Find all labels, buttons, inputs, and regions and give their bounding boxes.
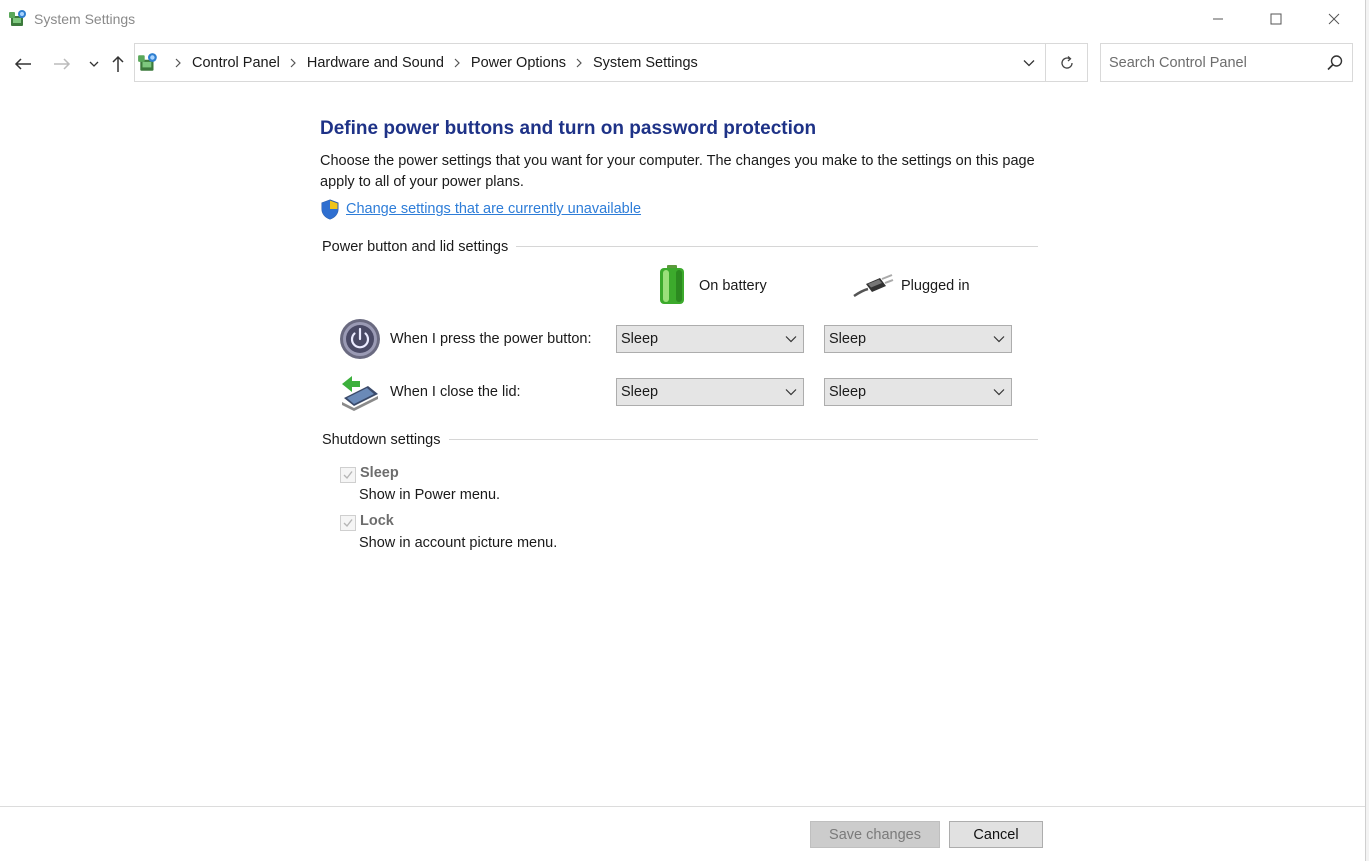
breadcrumb-control-panel[interactable]: Control Panel <box>192 55 280 71</box>
select-value: Sleep <box>829 331 867 347</box>
arrow-up-icon <box>112 55 124 72</box>
arrow-left-icon <box>14 58 31 70</box>
page-description: Choose the power settings that you want … <box>320 153 1035 190</box>
change-settings-link[interactable]: Change settings that are currently unava… <box>346 201 641 217</box>
chevron-down-icon <box>785 389 797 396</box>
chevron-down-icon <box>1023 59 1035 66</box>
chevron-down-icon <box>89 61 99 67</box>
page-title: Define power buttons and turn on passwor… <box>320 118 817 139</box>
breadcrumb-separator-icon[interactable] <box>576 58 583 68</box>
breadcrumb-system-settings[interactable]: System Settings <box>593 55 698 71</box>
lock-option-title: Lock <box>360 513 394 529</box>
close-lid-label: When I close the lid: <box>390 384 521 400</box>
chevron-down-icon <box>785 336 797 343</box>
minimize-button[interactable] <box>1189 0 1247 38</box>
shutdown-section-heading: Shutdown settings <box>322 432 449 448</box>
uac-shield-icon <box>321 199 339 220</box>
recent-locations-button[interactable] <box>82 52 106 76</box>
power-section-heading: Power button and lid settings <box>322 239 517 255</box>
maximize-button[interactable] <box>1247 0 1305 38</box>
address-bar[interactable]: Control Panel Hardware and Sound Power O… <box>134 43 1088 82</box>
window-title: System Settings <box>34 11 136 27</box>
minimize-icon <box>1213 18 1223 20</box>
footer-divider <box>0 806 1365 807</box>
save-changes-button[interactable]: Save changes <box>810 821 940 848</box>
lock-checkbox[interactable] <box>340 515 356 531</box>
sleep-option-title: Sleep <box>360 465 399 481</box>
search-input[interactable] <box>1109 53 1319 73</box>
navigation-bar: Control Panel Hardware and Sound Power O… <box>0 40 1369 86</box>
column-plugged-in: Plugged in <box>901 278 970 294</box>
address-history-button[interactable] <box>1013 44 1045 81</box>
chevron-down-icon <box>993 336 1005 343</box>
power-button-battery-select[interactable]: Sleep <box>616 325 804 353</box>
breadcrumb-separator-icon[interactable] <box>454 58 461 68</box>
select-value: Sleep <box>621 331 659 347</box>
breadcrumb-power-options[interactable]: Power Options <box>471 55 566 71</box>
checkmark-icon <box>343 471 353 480</box>
breadcrumb-separator-icon[interactable] <box>290 58 297 68</box>
search-icon[interactable] <box>1326 54 1344 72</box>
power-plug-icon <box>853 274 894 298</box>
power-button-icon <box>340 319 380 359</box>
arrow-right-icon <box>54 58 71 70</box>
refresh-button[interactable] <box>1046 44 1088 81</box>
search-box[interactable] <box>1100 43 1353 82</box>
power-button-label: When I press the power button: <box>390 331 592 347</box>
breadcrumb-separator-icon[interactable] <box>175 58 182 68</box>
control-panel-icon <box>9 10 26 26</box>
checkmark-icon <box>343 519 353 528</box>
sleep-checkbox[interactable] <box>340 467 356 483</box>
sleep-option-description: Show in Power menu. <box>359 487 501 503</box>
select-value: Sleep <box>621 384 659 400</box>
battery-icon <box>660 265 684 304</box>
close-lid-plugged-select[interactable]: Sleep <box>824 378 1012 406</box>
chevron-down-icon <box>993 389 1005 396</box>
control-panel-icon <box>138 53 157 71</box>
back-button[interactable] <box>11 52 35 76</box>
breadcrumb: Control Panel Hardware and Sound Power O… <box>165 44 698 81</box>
lock-option-description: Show in account picture menu. <box>359 535 558 551</box>
up-button[interactable] <box>106 52 130 76</box>
breadcrumb-hardware-and-sound[interactable]: Hardware and Sound <box>307 55 444 71</box>
title-bar: System Settings <box>0 0 1369 40</box>
refresh-icon <box>1061 55 1073 69</box>
power-button-plugged-select[interactable]: Sleep <box>824 325 1012 353</box>
close-icon <box>1328 13 1340 25</box>
column-on-battery: On battery <box>699 278 767 294</box>
close-button[interactable] <box>1305 0 1363 38</box>
cancel-button[interactable]: Cancel <box>949 821 1043 848</box>
close-lid-battery-select[interactable]: Sleep <box>616 378 804 406</box>
laptop-lid-icon <box>342 376 378 411</box>
forward-button[interactable] <box>50 52 74 76</box>
window-edge <box>1365 0 1369 861</box>
select-value: Sleep <box>829 384 867 400</box>
maximize-icon <box>1270 13 1282 25</box>
